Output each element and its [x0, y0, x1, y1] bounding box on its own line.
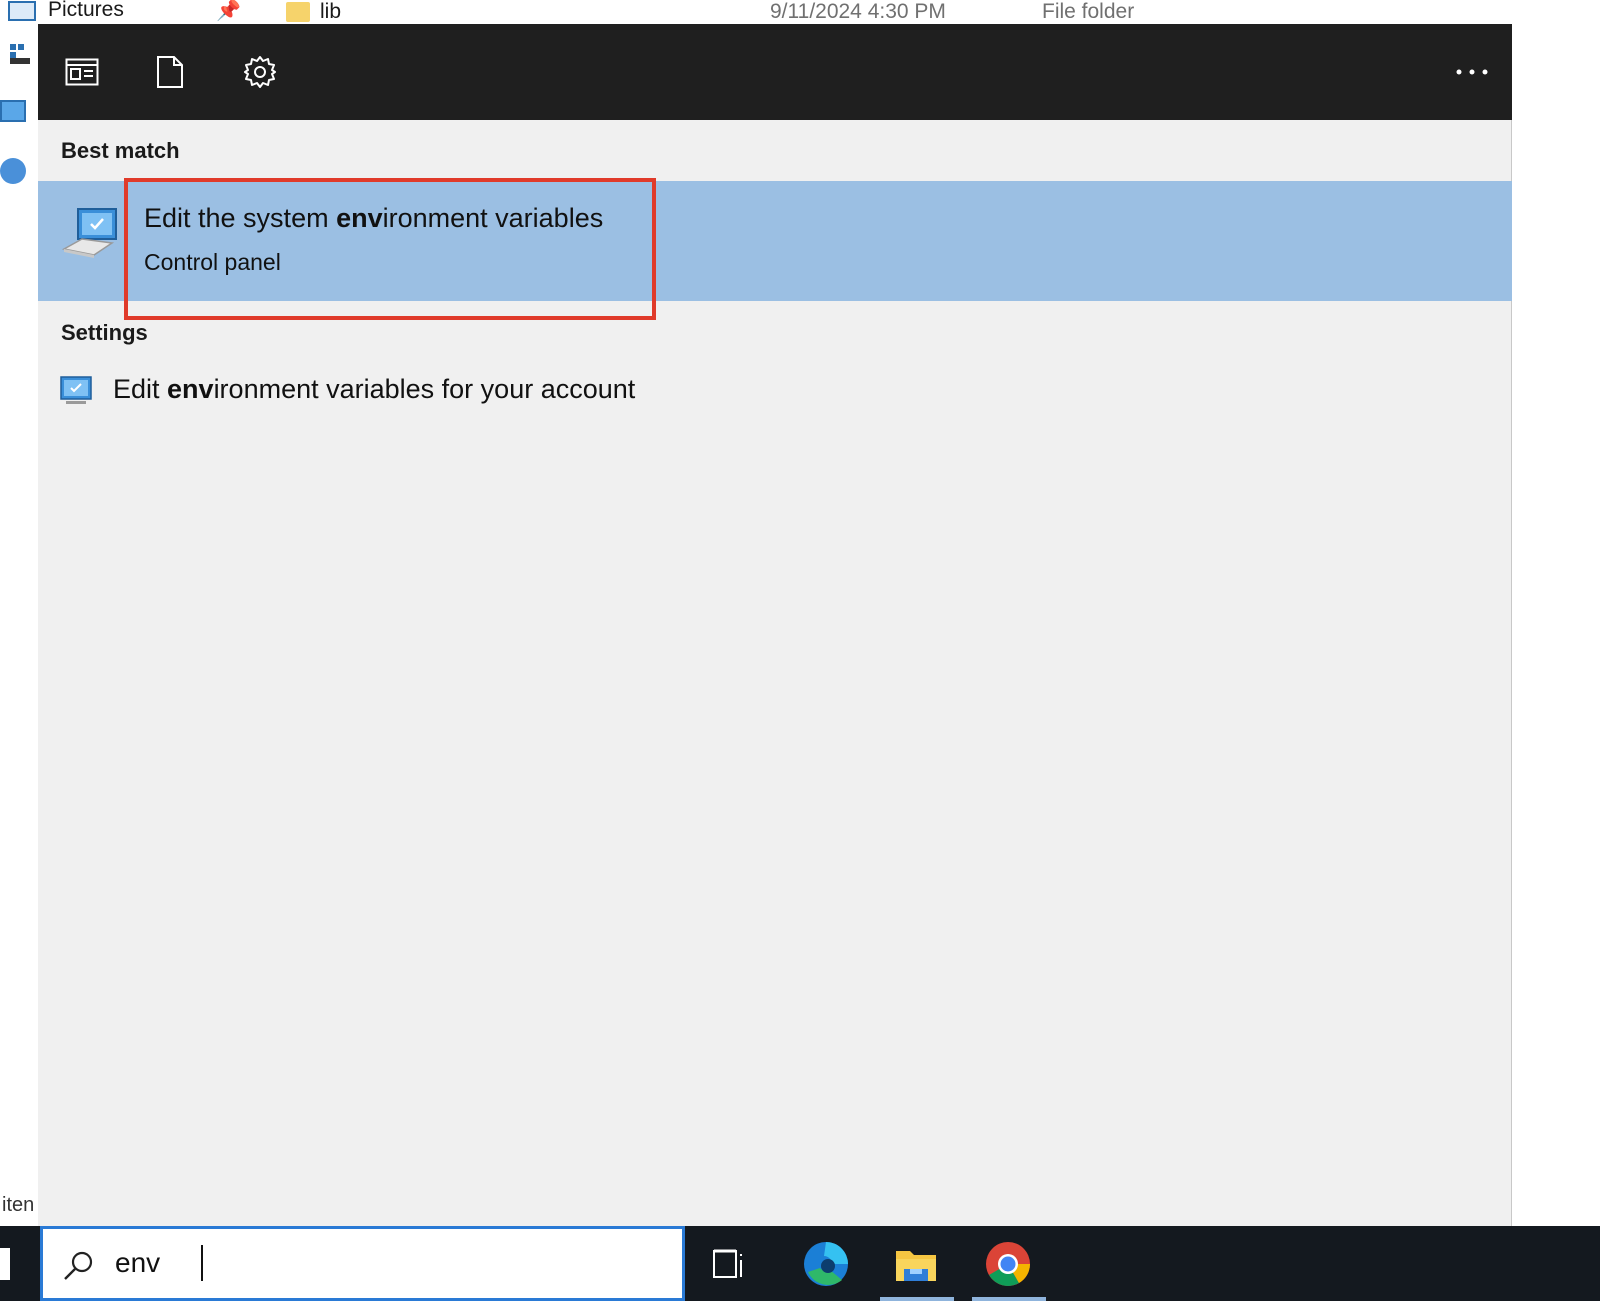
system-properties-icon: [61, 208, 117, 258]
folder-name[interactable]: lib: [320, 0, 341, 24]
file-explorer-icon: [896, 1250, 936, 1281]
apps-filter-button[interactable]: [58, 48, 106, 96]
folder-date: 9/11/2024 4:30 PM: [770, 0, 946, 23]
file-explorer-active-indicator: [880, 1297, 954, 1301]
search-input[interactable]: env: [115, 1247, 655, 1279]
settings-result-label: Edit environment variables for your acco…: [113, 374, 636, 404]
chrome-taskbar-button[interactable]: [972, 1236, 1044, 1291]
more-options-button[interactable]: [1442, 48, 1502, 96]
text-caret: [201, 1245, 203, 1281]
this-pc-icon[interactable]: [0, 100, 26, 122]
network-globe-icon[interactable]: [0, 158, 26, 184]
document-icon: [157, 56, 183, 88]
edge-taskbar-button[interactable]: [790, 1236, 862, 1291]
documents-filter-button[interactable]: [146, 48, 194, 96]
search-flyout-header: [38, 24, 1512, 120]
settings-filter-button[interactable]: [236, 48, 284, 96]
task-view-icon: [713, 1249, 742, 1278]
more-icon: [1456, 69, 1488, 75]
best-match-result[interactable]: Edit the system environment variables Co…: [38, 181, 1512, 301]
best-match-subtitle: Control panel: [144, 249, 281, 275]
chrome-icon: [986, 1241, 1030, 1286]
explorer-nav-pane: iten: [0, 24, 38, 1226]
explorer-status-text: iten: [2, 1194, 35, 1216]
taskbar-search-box[interactable]: env: [40, 1226, 685, 1301]
folder-type: File folder: [1042, 0, 1135, 23]
best-match-title: Edit the system environment variables: [144, 203, 604, 233]
folder-icon: [286, 2, 310, 22]
gear-icon: [244, 56, 276, 88]
pin-icon: 📌: [216, 0, 241, 22]
search-icon: [64, 1251, 93, 1280]
chrome-active-indicator: [972, 1297, 1046, 1301]
quick-access-pictures[interactable]: Pictures: [48, 0, 124, 22]
explorer-file-row: Pictures 📌 lib 9/11/2024 4:30 PM File fo…: [0, 0, 1600, 24]
task-view-button[interactable]: [694, 1236, 766, 1291]
start-button[interactable]: [0, 1248, 10, 1280]
file-explorer-taskbar-button[interactable]: [880, 1236, 952, 1291]
edge-icon: [804, 1241, 848, 1286]
pictures-icon: [8, 1, 36, 21]
monitor-check-icon: [60, 376, 92, 404]
taskbar: env: [0, 1226, 1600, 1301]
settings-result-env-account[interactable]: Edit environment variables for your acco…: [38, 364, 1512, 422]
apps-icon: [65, 58, 99, 86]
settings-heading: Settings: [61, 320, 148, 345]
network-icon[interactable]: [6, 42, 32, 66]
best-match-heading: Best match: [61, 138, 180, 163]
search-flyout: Best match Edit the system environment v…: [38, 24, 1512, 1226]
